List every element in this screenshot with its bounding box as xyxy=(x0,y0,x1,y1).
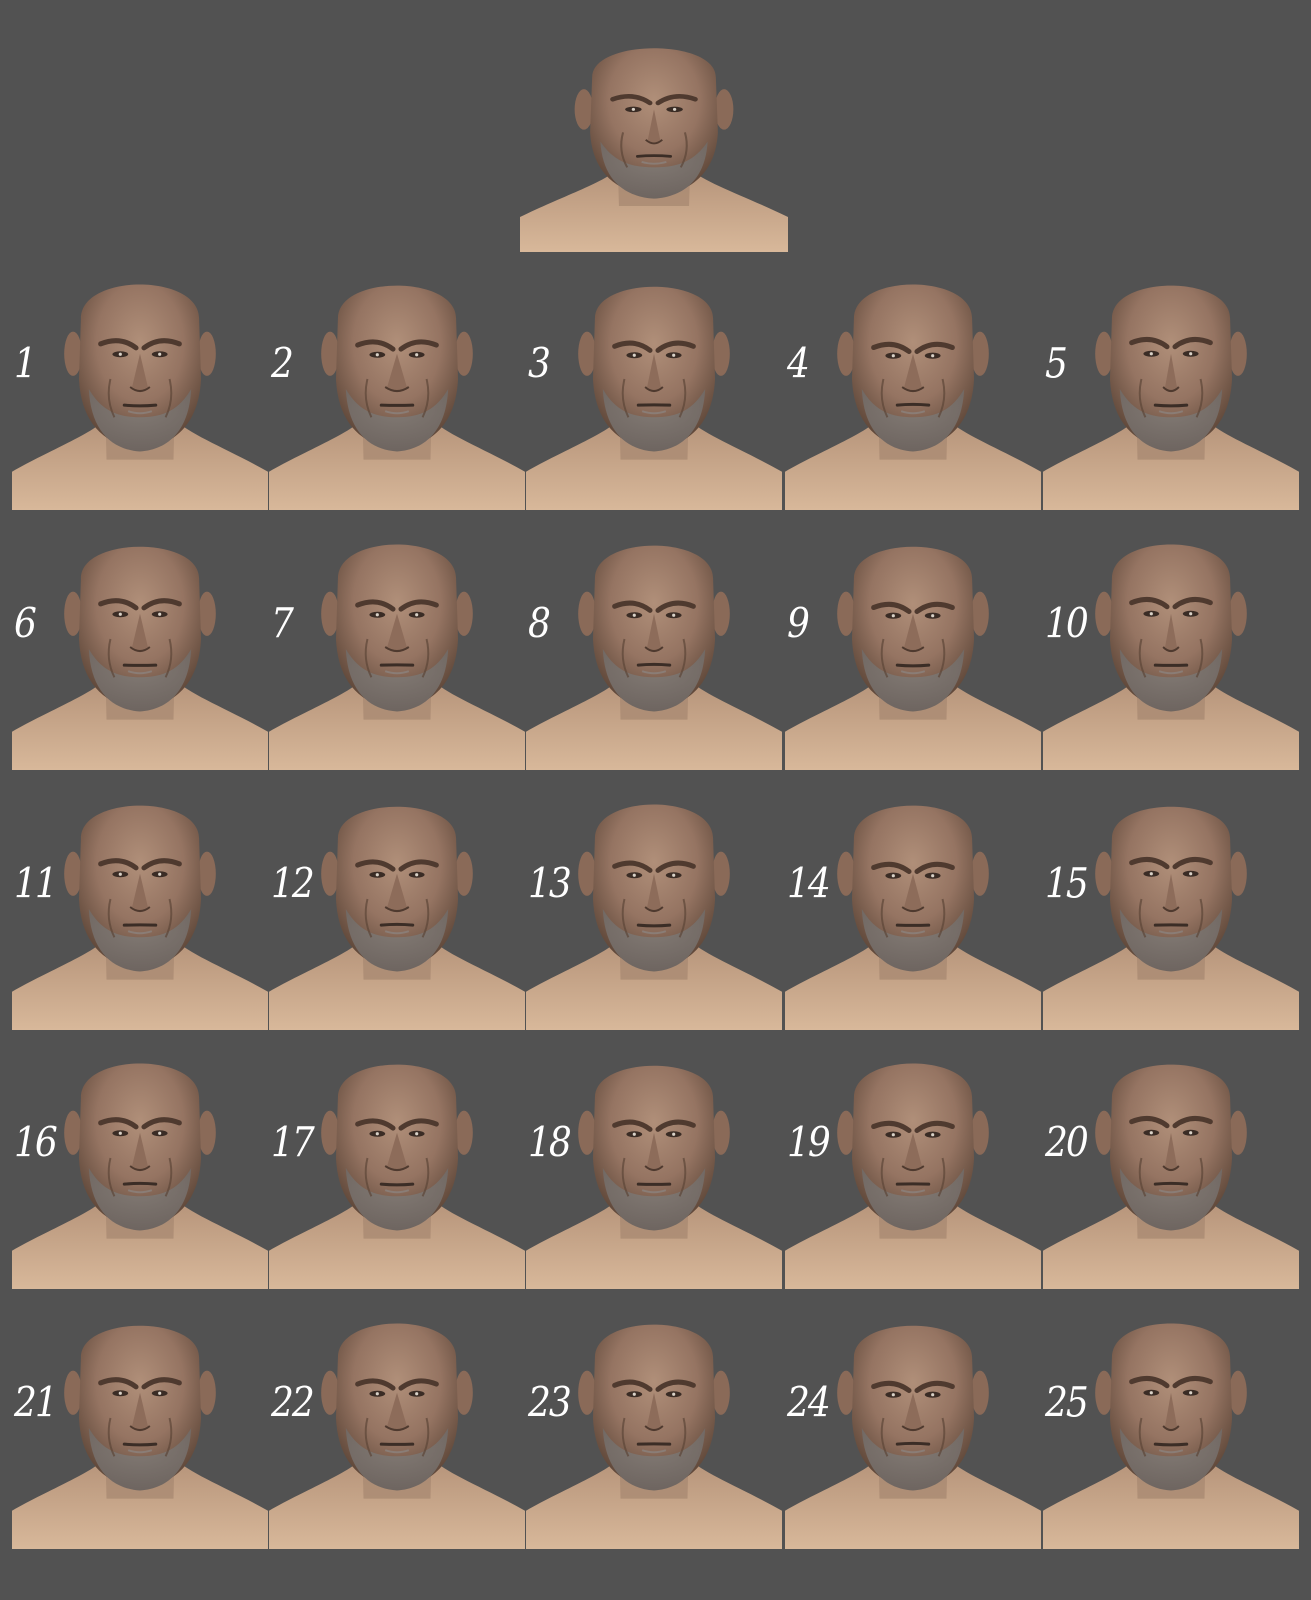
character-head-bust-icon xyxy=(269,544,525,770)
variant-number-label: 16 xyxy=(14,1119,58,1167)
head-variant-3 xyxy=(526,258,782,510)
variant-number-label: 21 xyxy=(14,1379,58,1427)
variant-number-label: 22 xyxy=(271,1379,315,1427)
variant-number-label: 23 xyxy=(528,1379,572,1427)
head-variant-1 xyxy=(12,258,268,510)
variant-number-label: 11 xyxy=(14,860,58,908)
character-head-bust-icon xyxy=(269,285,525,510)
reference-head-tile xyxy=(520,22,788,252)
variant-number-label: 9 xyxy=(787,600,810,648)
variant-number-label: 5 xyxy=(1045,340,1068,388)
variant-number-label: 18 xyxy=(528,1119,572,1167)
character-head-bust-icon xyxy=(1043,285,1299,510)
head-variant-7 xyxy=(269,518,525,770)
character-head-bust-icon xyxy=(12,284,268,510)
head-variant-2 xyxy=(269,258,525,510)
variant-number-label: 24 xyxy=(787,1379,831,1427)
variant-number-label: 1 xyxy=(14,340,37,388)
variant-number-label: 20 xyxy=(1045,1119,1089,1167)
variant-number-label: 17 xyxy=(271,1119,315,1167)
variant-number-label: 19 xyxy=(787,1119,831,1167)
variant-number-label: 10 xyxy=(1045,600,1089,648)
head-variant-5 xyxy=(1043,258,1299,510)
character-head-bust-icon xyxy=(526,545,782,770)
variant-number-label: 25 xyxy=(1045,1379,1089,1427)
head-variant-8 xyxy=(526,518,782,770)
variant-number-label: 13 xyxy=(528,860,572,908)
character-head-bust-icon xyxy=(520,48,788,252)
variant-number-label: 6 xyxy=(14,600,37,648)
variant-number-label: 14 xyxy=(787,860,831,908)
head-variant-6 xyxy=(12,518,268,770)
character-head-bust-icon xyxy=(785,546,1041,770)
variant-number-label: 2 xyxy=(271,340,294,388)
variant-number-label: 8 xyxy=(528,600,551,648)
variant-number-label: 3 xyxy=(528,340,551,388)
head-variation-sheet: 1 2 3 4 5 6 7 8 9 10 11 12 13 14 15 16 1… xyxy=(0,0,1311,1600)
character-head-bust-icon xyxy=(526,286,782,510)
variant-number-label: 12 xyxy=(271,860,315,908)
head-variant-9 xyxy=(785,518,1041,770)
head-variant-4 xyxy=(785,258,1041,510)
variant-number-label: 4 xyxy=(787,340,810,388)
variant-number-label: 15 xyxy=(1045,860,1089,908)
character-head-bust-icon xyxy=(785,284,1041,510)
variant-number-label: 7 xyxy=(271,600,294,648)
character-head-bust-icon xyxy=(12,546,268,770)
